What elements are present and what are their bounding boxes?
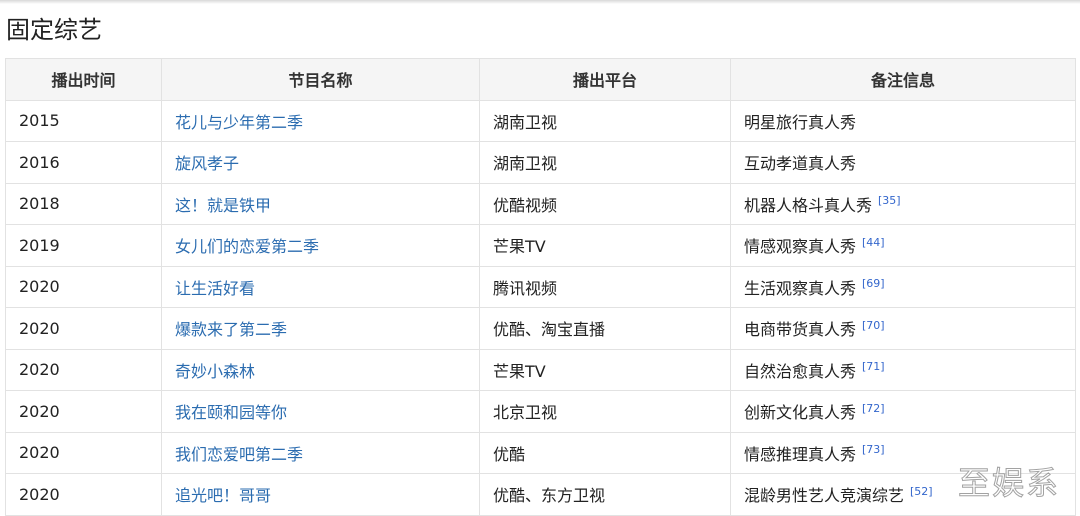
- year-cell: 2020: [5, 348, 162, 391]
- name-cell: 奇妙小森林: [161, 348, 480, 391]
- header-platform: 播出平台: [479, 58, 731, 101]
- header-note: 备注信息: [730, 58, 1076, 101]
- name-cell: 爆款来了第二季: [161, 307, 480, 350]
- reference-link[interactable]: [44]: [862, 236, 885, 249]
- year-cell: 2015: [5, 99, 162, 142]
- reference-link[interactable]: [73]: [862, 443, 885, 456]
- year-cell: 2020: [5, 473, 162, 516]
- note-cell: 情感观察真人秀 [44]: [730, 224, 1076, 267]
- platform-cell: 优酷、东方卫视: [479, 473, 731, 516]
- show-link[interactable]: 女儿们的恋爱第二季: [175, 237, 319, 256]
- reference-link[interactable]: [71]: [862, 360, 885, 373]
- header-year: 播出时间: [5, 58, 162, 101]
- platform-cell: 优酷: [479, 431, 731, 474]
- table-header-row: 播出时间 节目名称 播出平台 备注信息: [5, 58, 1076, 101]
- note-text: 互动孝道真人秀: [744, 154, 857, 174]
- name-cell: 花儿与少年第二季: [161, 99, 480, 142]
- year-cell: 2020: [5, 431, 162, 474]
- year-cell: 2019: [5, 224, 162, 267]
- table-row: 2015 花儿与少年第二季 湖南卫视 明星旅行真人秀: [5, 99, 1076, 142]
- platform-cell: 芒果TV: [479, 224, 731, 267]
- note-cell: 电商带货真人秀 [70]: [730, 307, 1076, 350]
- platform-cell: 北京卫视: [479, 390, 731, 433]
- name-cell: 这！就是铁甲: [161, 182, 480, 225]
- year-cell: 2020: [5, 307, 162, 350]
- show-link[interactable]: 奇妙小森林: [175, 362, 255, 381]
- platform-cell: 湖南卫视: [479, 99, 731, 142]
- platform-cell: 腾讯视频: [479, 265, 731, 308]
- show-link[interactable]: 旋风孝子: [175, 154, 239, 173]
- note-cell: 机器人格斗真人秀 [35]: [730, 182, 1076, 225]
- show-link[interactable]: 我们恋爱吧第二季: [175, 445, 303, 464]
- year-cell: 2020: [5, 265, 162, 308]
- table-row: 2020 奇妙小森林 芒果TV 自然治愈真人秀 [71]: [5, 348, 1076, 391]
- show-link[interactable]: 追光吧！哥哥: [175, 486, 271, 505]
- note-text: 生活观察真人秀: [744, 278, 857, 298]
- platform-cell: 芒果TV: [479, 348, 731, 391]
- show-link[interactable]: 这！就是铁甲: [175, 196, 271, 215]
- year-cell: 2018: [5, 182, 162, 225]
- show-link[interactable]: 我在颐和园等你: [175, 403, 287, 422]
- note-text: 创新文化真人秀: [744, 403, 857, 423]
- table-row: 2020 爆款来了第二季 优酷、淘宝直播 电商带货真人秀 [70]: [5, 307, 1076, 350]
- platform-cell: 优酷、淘宝直播: [479, 307, 731, 350]
- note-cell: 创新文化真人秀 [72]: [730, 390, 1076, 433]
- note-cell: 自然治愈真人秀 [71]: [730, 348, 1076, 391]
- table-row: 2018 这！就是铁甲 优酷视频 机器人格斗真人秀 [35]: [5, 182, 1076, 225]
- table-row: 2020 让生活好看 腾讯视频 生活观察真人秀 [69]: [5, 265, 1076, 308]
- show-link[interactable]: 爆款来了第二季: [175, 320, 287, 339]
- table-row: 2016 旋风孝子 湖南卫视 互动孝道真人秀: [5, 141, 1076, 184]
- table-row: 2020 我们恋爱吧第二季 优酷 情感推理真人秀 [73]: [5, 431, 1076, 474]
- year-cell: 2020: [5, 390, 162, 433]
- note-text: 情感推理真人秀: [744, 444, 857, 464]
- note-text: 自然治愈真人秀: [744, 361, 857, 381]
- header-name: 节目名称: [161, 58, 480, 101]
- reference-link[interactable]: [35]: [878, 194, 901, 207]
- reference-link[interactable]: [69]: [862, 277, 885, 290]
- note-cell: 明星旅行真人秀: [730, 99, 1076, 142]
- platform-cell: 优酷视频: [479, 182, 731, 225]
- note-cell: 生活观察真人秀 [69]: [730, 265, 1076, 308]
- show-link[interactable]: 花儿与少年第二季: [175, 113, 303, 132]
- reference-link[interactable]: [72]: [862, 402, 885, 415]
- top-shadow: [0, 0, 1080, 4]
- name-cell: 我们恋爱吧第二季: [161, 431, 480, 474]
- platform-cell: 湖南卫视: [479, 141, 731, 184]
- year-cell: 2016: [5, 141, 162, 184]
- note-text: 混龄男性艺人竞演综艺: [744, 486, 905, 506]
- table-row: 2020 我在颐和园等你 北京卫视 创新文化真人秀 [72]: [5, 390, 1076, 433]
- section-title: 固定综艺: [6, 16, 102, 44]
- name-cell: 让生活好看: [161, 265, 480, 308]
- name-cell: 追光吧！哥哥: [161, 473, 480, 516]
- show-link[interactable]: 让生活好看: [175, 279, 255, 298]
- reference-link[interactable]: [52]: [910, 485, 933, 498]
- note-text: 情感观察真人秀: [744, 237, 857, 257]
- reference-link[interactable]: [70]: [862, 319, 885, 332]
- watermark: 至娱系: [957, 464, 1060, 503]
- variety-shows-table: 播出时间 节目名称 播出平台 备注信息 2015 花儿与少年第二季 湖南卫视 明…: [5, 58, 1076, 516]
- note-text: 机器人格斗真人秀: [744, 195, 873, 215]
- name-cell: 旋风孝子: [161, 141, 480, 184]
- name-cell: 女儿们的恋爱第二季: [161, 224, 480, 267]
- note-text: 电商带货真人秀: [744, 320, 857, 340]
- table-row: 2020 追光吧！哥哥 优酷、东方卫视 混龄男性艺人竞演综艺 [52]: [5, 473, 1076, 516]
- table-row: 2019 女儿们的恋爱第二季 芒果TV 情感观察真人秀 [44]: [5, 224, 1076, 267]
- note-text: 明星旅行真人秀: [744, 112, 857, 132]
- name-cell: 我在颐和园等你: [161, 390, 480, 433]
- note-cell: 互动孝道真人秀: [730, 141, 1076, 184]
